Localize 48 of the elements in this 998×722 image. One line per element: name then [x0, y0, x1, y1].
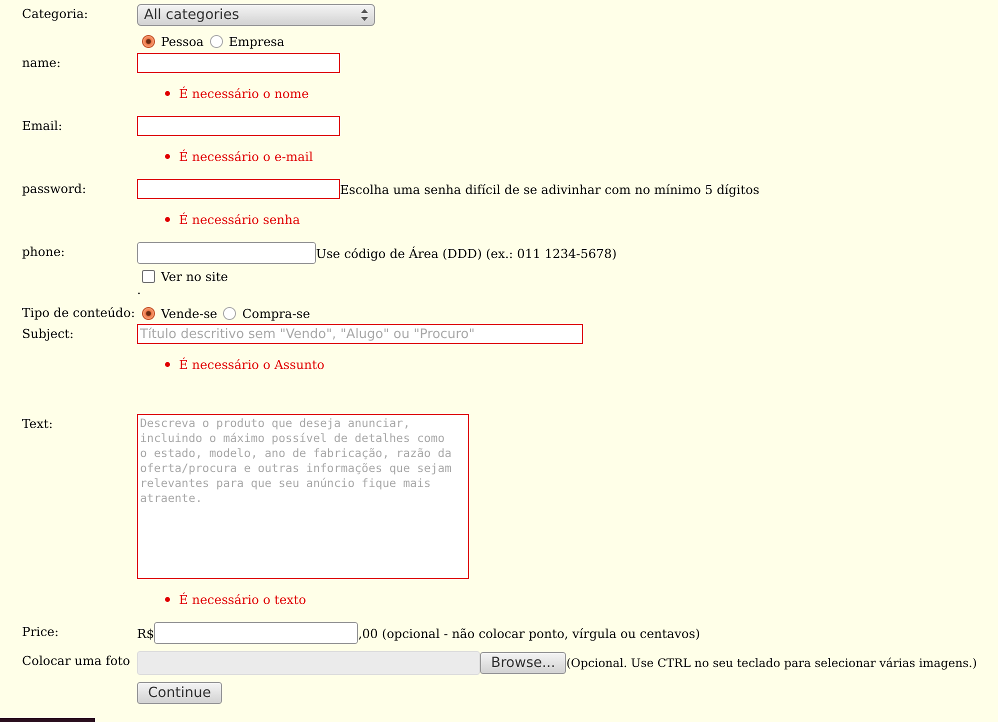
continue-button[interactable]: Continue	[137, 682, 222, 704]
text-field[interactable]: Título descritivo sem "Vendo", "Alugo" ou "Procuro"	[137, 324, 583, 344]
error-message: É necessário o texto	[179, 592, 306, 606]
bullet-icon	[165, 90, 170, 96]
field-label: name:	[22, 55, 61, 70]
checkbox[interactable]	[142, 270, 155, 283]
text-area[interactable]: Descreva o produto que deseja anunciar, incluindo o máximo possível de detalhes como o estado, modelo, ano de fabricação, razão da oferta/procura e outras informações que sejam relevantes para que seu anúncio fique mais atraente.	[137, 414, 469, 579]
field-label: Subject:	[22, 326, 74, 341]
field-label: Email:	[22, 118, 62, 133]
currency-label: R$	[137, 626, 154, 640]
price-field[interactable]	[154, 622, 358, 644]
error-message: É necessário o nome	[179, 86, 309, 100]
radio-label: Empresa	[228, 34, 284, 49]
field-label: Text:	[22, 416, 53, 431]
field-label: password:	[22, 181, 86, 196]
radio-button[interactable]	[142, 307, 155, 320]
radio-button[interactable]	[210, 35, 223, 48]
bullet-icon	[165, 216, 170, 222]
field-hint: Escolha uma senha difícil de se adivinhar com no mínimo 5 dígitos	[340, 182, 760, 196]
field-label: Colocar uma foto	[22, 653, 130, 668]
error-message: É necessário o Assunto	[179, 356, 324, 372]
radio-label: Compra-se	[242, 306, 310, 321]
file-path-field[interactable]	[137, 651, 480, 675]
radio-label: Vende-se	[161, 306, 218, 321]
text-field[interactable]	[137, 179, 340, 199]
field-hint: (Opcional. Use CTRL no seu teclado para selecionar várias imagens.)	[566, 656, 977, 670]
radio-label: Pessoa	[161, 34, 204, 49]
bullet-icon	[165, 362, 170, 366]
bullet-icon	[165, 154, 170, 158]
field-label: Tipo de conteúdo:	[22, 305, 135, 320]
category-select[interactable]: All categories	[137, 4, 375, 26]
field-label: Categoria:	[22, 6, 88, 21]
error-message: É necessário senha	[179, 212, 300, 226]
radio-button[interactable]	[223, 307, 236, 320]
browse-button[interactable]: Browse...	[480, 652, 566, 674]
checkbox-label: Ver no site	[161, 269, 228, 284]
text-field[interactable]	[137, 53, 340, 73]
field-label: Price:	[22, 624, 59, 639]
field-label: phone:	[22, 244, 65, 259]
updown-arrows-icon	[361, 9, 368, 21]
bullet-icon	[165, 596, 170, 602]
radio-button[interactable]	[142, 35, 155, 48]
text-field[interactable]	[137, 242, 316, 264]
field-hint: ,00 (opcional - não colocar ponto, vírgula ou centavos)	[358, 626, 700, 640]
error-message: É necessário o e-mail	[179, 148, 313, 164]
dot-text: .	[137, 284, 141, 295]
text-field[interactable]	[137, 116, 340, 136]
field-hint: Use código de Área (DDD) (ex.: 011 1234-5678)	[316, 246, 617, 260]
